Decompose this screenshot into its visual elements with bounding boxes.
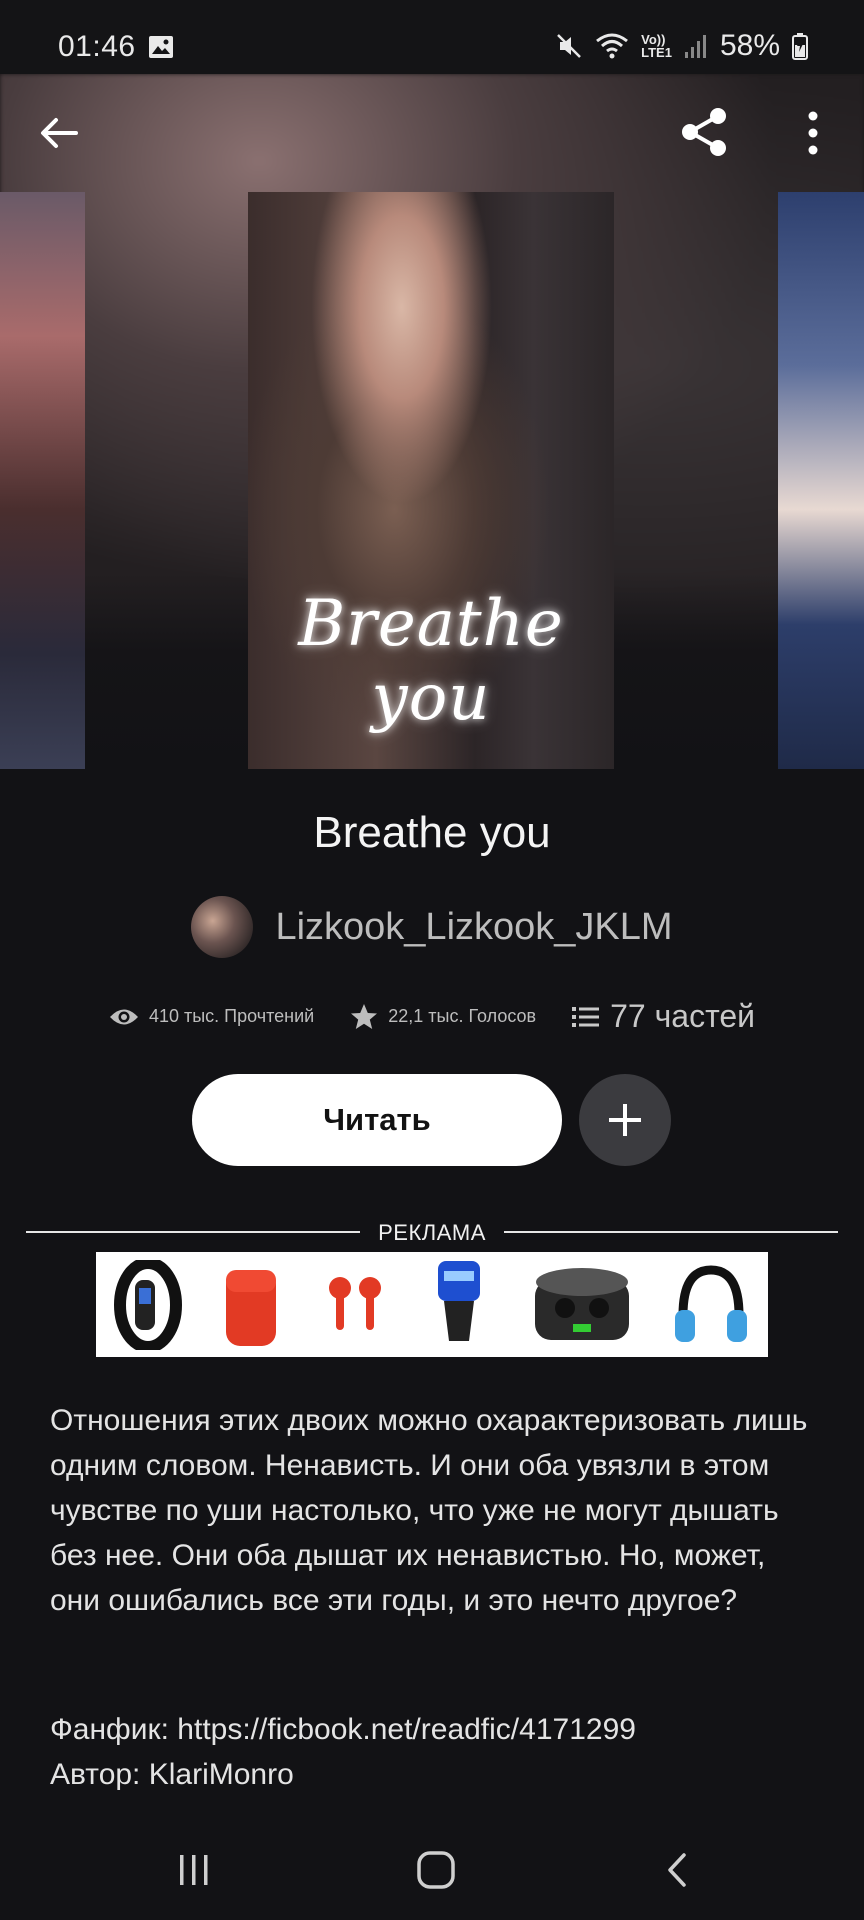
- eye-icon: [109, 1009, 138, 1024]
- battery-percent: 58%: [719, 29, 780, 62]
- signal-icon: [684, 35, 706, 58]
- car-charger-icon: [437, 1260, 480, 1341]
- status-bar: 01:46 Vo)) LTE1 58%: [0, 0, 864, 74]
- battery-icon: [792, 33, 808, 60]
- volte-icon: Vo)) LTE1: [641, 33, 672, 59]
- stats-row: 410 тыс. Прочтений 22,1 тыс. Голосов 77 …: [0, 998, 864, 1035]
- ad-label: РЕКЛАМА: [378, 1220, 486, 1245]
- status-time: 01:46: [58, 30, 136, 63]
- home-button[interactable]: [406, 1845, 466, 1895]
- wireless-earbuds-case-icon: [535, 1267, 630, 1340]
- fitness-band-icon: [113, 1259, 182, 1350]
- reads-count: 410 тыс. Прочтений: [148, 1006, 315, 1026]
- recent-apps-icon: [180, 1855, 208, 1885]
- fanfic-link[interactable]: Фанфик: https://ficbook.net/readfic/4171…: [50, 1713, 636, 1747]
- status-icons: Vo)) LTE1 58%: [555, 26, 808, 66]
- author-name[interactable]: Lizkook_Lizkook_JKLM: [275, 906, 672, 949]
- cover-previous[interactable]: [0, 192, 85, 769]
- star-icon: [351, 1003, 378, 1029]
- cover-title-text: Breathe you: [298, 587, 564, 735]
- read-button[interactable]: Читать: [192, 1074, 562, 1166]
- home-icon: [417, 1851, 455, 1889]
- earbuds-icon: [329, 1276, 382, 1330]
- parts-count[interactable]: 77 частей: [610, 998, 755, 1035]
- story-description: Отношения этих двоих можно охарактеризов…: [50, 1404, 808, 1617]
- stat-votes: 22,1 тыс. Голосов: [350, 1003, 536, 1031]
- book-title: Breathe you: [313, 808, 551, 857]
- system-back-button[interactable]: [648, 1845, 708, 1895]
- headphones-icon: [675, 1264, 748, 1342]
- wifi-icon: [596, 33, 629, 59]
- volte-text-bottom: LTE1: [641, 45, 672, 60]
- ad-divider-left: [26, 1231, 360, 1233]
- cover-next[interactable]: [778, 192, 864, 769]
- avatar[interactable]: [191, 896, 254, 958]
- gallery-icon: [149, 36, 173, 58]
- chevron-left-icon: [668, 1853, 686, 1887]
- stat-reads: 410 тыс. Прочтений: [109, 1006, 314, 1028]
- recent-apps-button[interactable]: [164, 1845, 224, 1895]
- votes-count: 22,1 тыс. Голосов: [388, 1006, 537, 1026]
- more-options-icon[interactable]: [796, 108, 830, 158]
- ad-divider-right: [504, 1231, 838, 1233]
- plus-icon: [609, 1104, 641, 1136]
- earbuds-case-icon: [226, 1269, 277, 1346]
- cover-main[interactable]: Breathe you: [248, 192, 614, 769]
- mute-icon: [557, 34, 582, 58]
- back-arrow-icon[interactable]: [36, 110, 82, 156]
- hero-carousel: Breathe you: [0, 74, 864, 769]
- author-link[interactable]: Lizkook_Lizkook_JKLM: [0, 896, 864, 958]
- stat-parts[interactable]: 77 частей: [572, 998, 755, 1035]
- add-to-library-button[interactable]: [579, 1074, 671, 1166]
- author-credit: Автор: KlariMonro: [50, 1758, 294, 1791]
- share-icon[interactable]: [676, 104, 732, 160]
- ad-banner[interactable]: [96, 1252, 768, 1357]
- list-icon: [572, 1006, 600, 1027]
